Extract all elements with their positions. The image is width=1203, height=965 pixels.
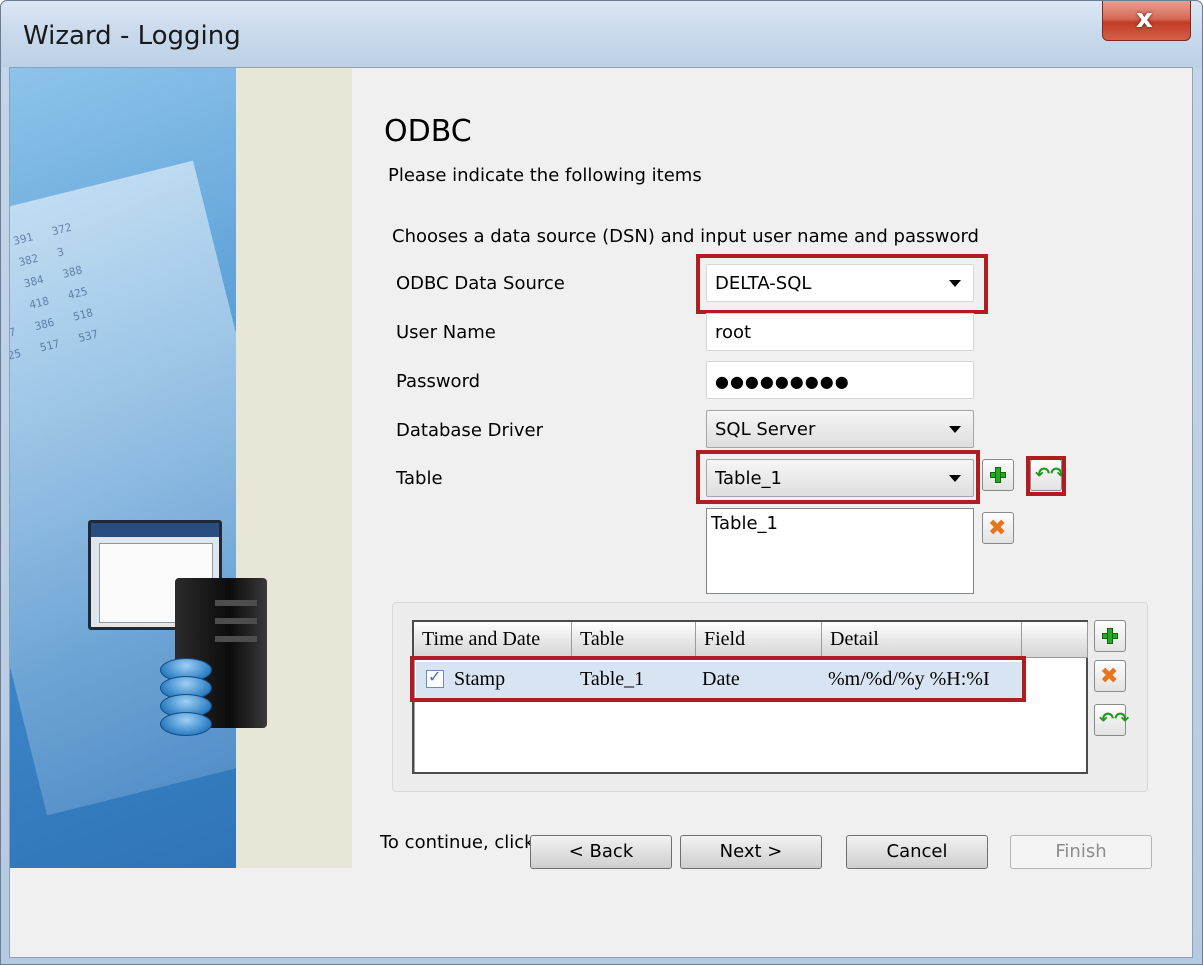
column-header-detail[interactable]: Detail [822,622,1022,658]
highlight-refresh-button [1026,456,1066,496]
page-title: ODBC [384,114,472,149]
side-image-background: 352 391 372 358 382 3 373 384 388 395 41… [10,68,236,868]
database-icon [160,658,212,736]
back-button[interactable]: < Back [530,835,672,869]
column-header-empty [1022,622,1088,658]
x-icon: ✖ [988,516,1007,541]
password-label: Password [396,371,481,392]
page-subtitle: Please indicate the following items [388,165,702,186]
list-item[interactable]: Table_1 [711,513,973,534]
database-driver-value: SQL Server [715,419,816,440]
close-icon: x [1136,4,1153,34]
finish-button[interactable]: Finish [1010,835,1152,869]
refresh-icon: ↶↷ [1099,709,1130,730]
column-header-table[interactable]: Table [572,622,696,658]
user-name-label: User Name [396,322,496,343]
odbc-source-label: ODBC Data Source [396,273,565,294]
wizard-client-area: 352 391 372 358 382 3 373 384 388 395 41… [9,67,1193,958]
next-button[interactable]: Next > [680,835,822,869]
close-button[interactable]: x [1102,1,1191,41]
title-bar: Wizard - Logging x [1,1,1202,67]
highlight-odbc-source [696,254,988,314]
add-table-button[interactable] [982,459,1014,491]
remove-table-button[interactable]: ✖ [982,512,1014,544]
wizard-window: Wizard - Logging x 352 391 372 358 382 3… [0,0,1203,965]
wizard-side-image: 352 391 372 358 382 3 373 384 388 395 41… [10,68,352,868]
highlight-grid-row [410,656,1026,702]
password-field[interactable]: ●●●●●●●●● [706,361,974,399]
password-value: ●●●●●●●●● [715,372,850,391]
table-label: Table [396,468,443,489]
user-name-field[interactable]: root [706,313,974,351]
chevron-down-icon [949,426,961,433]
instruction-text: Chooses a data source (DSN) and input us… [392,226,979,247]
refresh-fields-button[interactable]: ↶↷ [1094,704,1130,736]
window-title: Wizard - Logging [23,21,241,51]
database-driver-dropdown[interactable]: SQL Server [706,410,974,448]
x-icon: ✖ [1100,664,1119,689]
add-field-button[interactable] [1094,620,1126,652]
table-listbox[interactable]: Table_1 [706,508,974,594]
highlight-table-dropdown [696,450,980,504]
cancel-button[interactable]: Cancel [846,835,988,869]
column-header-time-and-date[interactable]: Time and Date [414,622,572,658]
column-header-field[interactable]: Field [696,622,822,658]
user-name-value: root [715,322,752,343]
remove-field-button[interactable]: ✖ [1094,660,1126,692]
grid-header: Time and Date Table Field Detail [414,622,1088,658]
database-driver-label: Database Driver [396,420,543,441]
